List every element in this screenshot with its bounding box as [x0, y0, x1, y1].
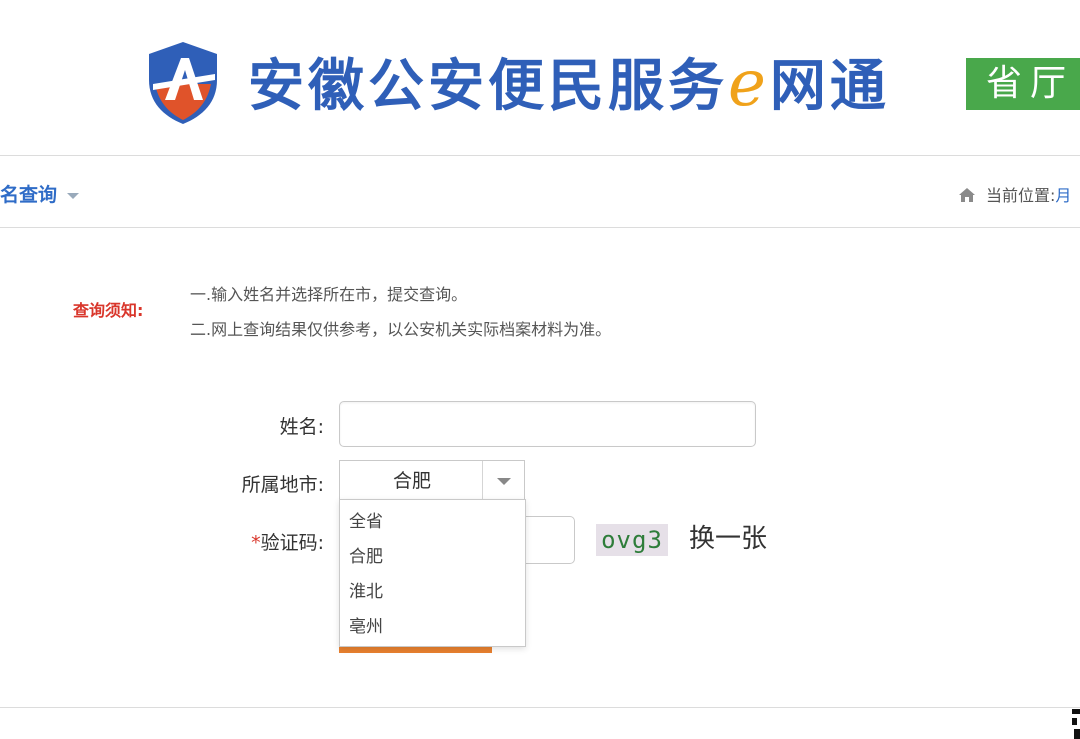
city-select-value: 合肥: [392, 470, 431, 492]
subnav-divider: [0, 227, 1080, 228]
site-header: 安徽公安便民服务e网通 省厅: [0, 0, 1080, 155]
notice-label: 查询须知:: [73, 301, 144, 320]
breadcrumb-link[interactable]: 月: [1055, 186, 1071, 205]
name-label: 姓名:: [279, 416, 324, 438]
city-dropdown-list: 全省 合肥 淮北 亳州: [339, 499, 526, 647]
qr-code-icon: [1072, 709, 1080, 739]
name-input[interactable]: [339, 401, 756, 447]
city-option[interactable]: 全省: [349, 507, 383, 532]
captcha-label: *验证码:: [251, 532, 324, 554]
chevron-down-icon: [67, 192, 80, 199]
department-tag: 省厅: [966, 58, 1080, 110]
city-select-toggle[interactable]: [482, 461, 524, 499]
city-option[interactable]: 合肥: [349, 542, 383, 567]
footer-divider: [0, 707, 1080, 708]
notice-line-2: 二.网上查询结果仅供参考，以公安机关实际档案材料为准。: [190, 320, 612, 339]
required-mark: *: [251, 532, 261, 554]
captcha-image[interactable]: ovg3: [596, 524, 668, 556]
city-select[interactable]: 合肥: [339, 460, 525, 500]
home-icon: [959, 188, 975, 202]
city-option[interactable]: 亳州: [349, 612, 383, 637]
section-title[interactable]: 名查询: [0, 180, 80, 207]
sub-navigation: 名查询 当前位置:月: [0, 156, 1080, 228]
city-option[interactable]: 淮北: [349, 577, 383, 602]
submit-button[interactable]: [339, 646, 492, 653]
refresh-captcha-link[interactable]: 换一张: [689, 518, 767, 555]
police-shield-logo-icon: [149, 42, 217, 124]
city-label: 所属地市:: [241, 474, 324, 496]
notice-line-1: 一.输入姓名并选择所在市，提交查询。: [190, 285, 468, 304]
chevron-down-icon: [497, 478, 511, 485]
breadcrumb: 当前位置:月: [958, 182, 1071, 206]
breadcrumb-prefix: 当前位置:: [986, 186, 1056, 205]
site-title: 安徽公安便民服务e网通: [248, 47, 890, 121]
